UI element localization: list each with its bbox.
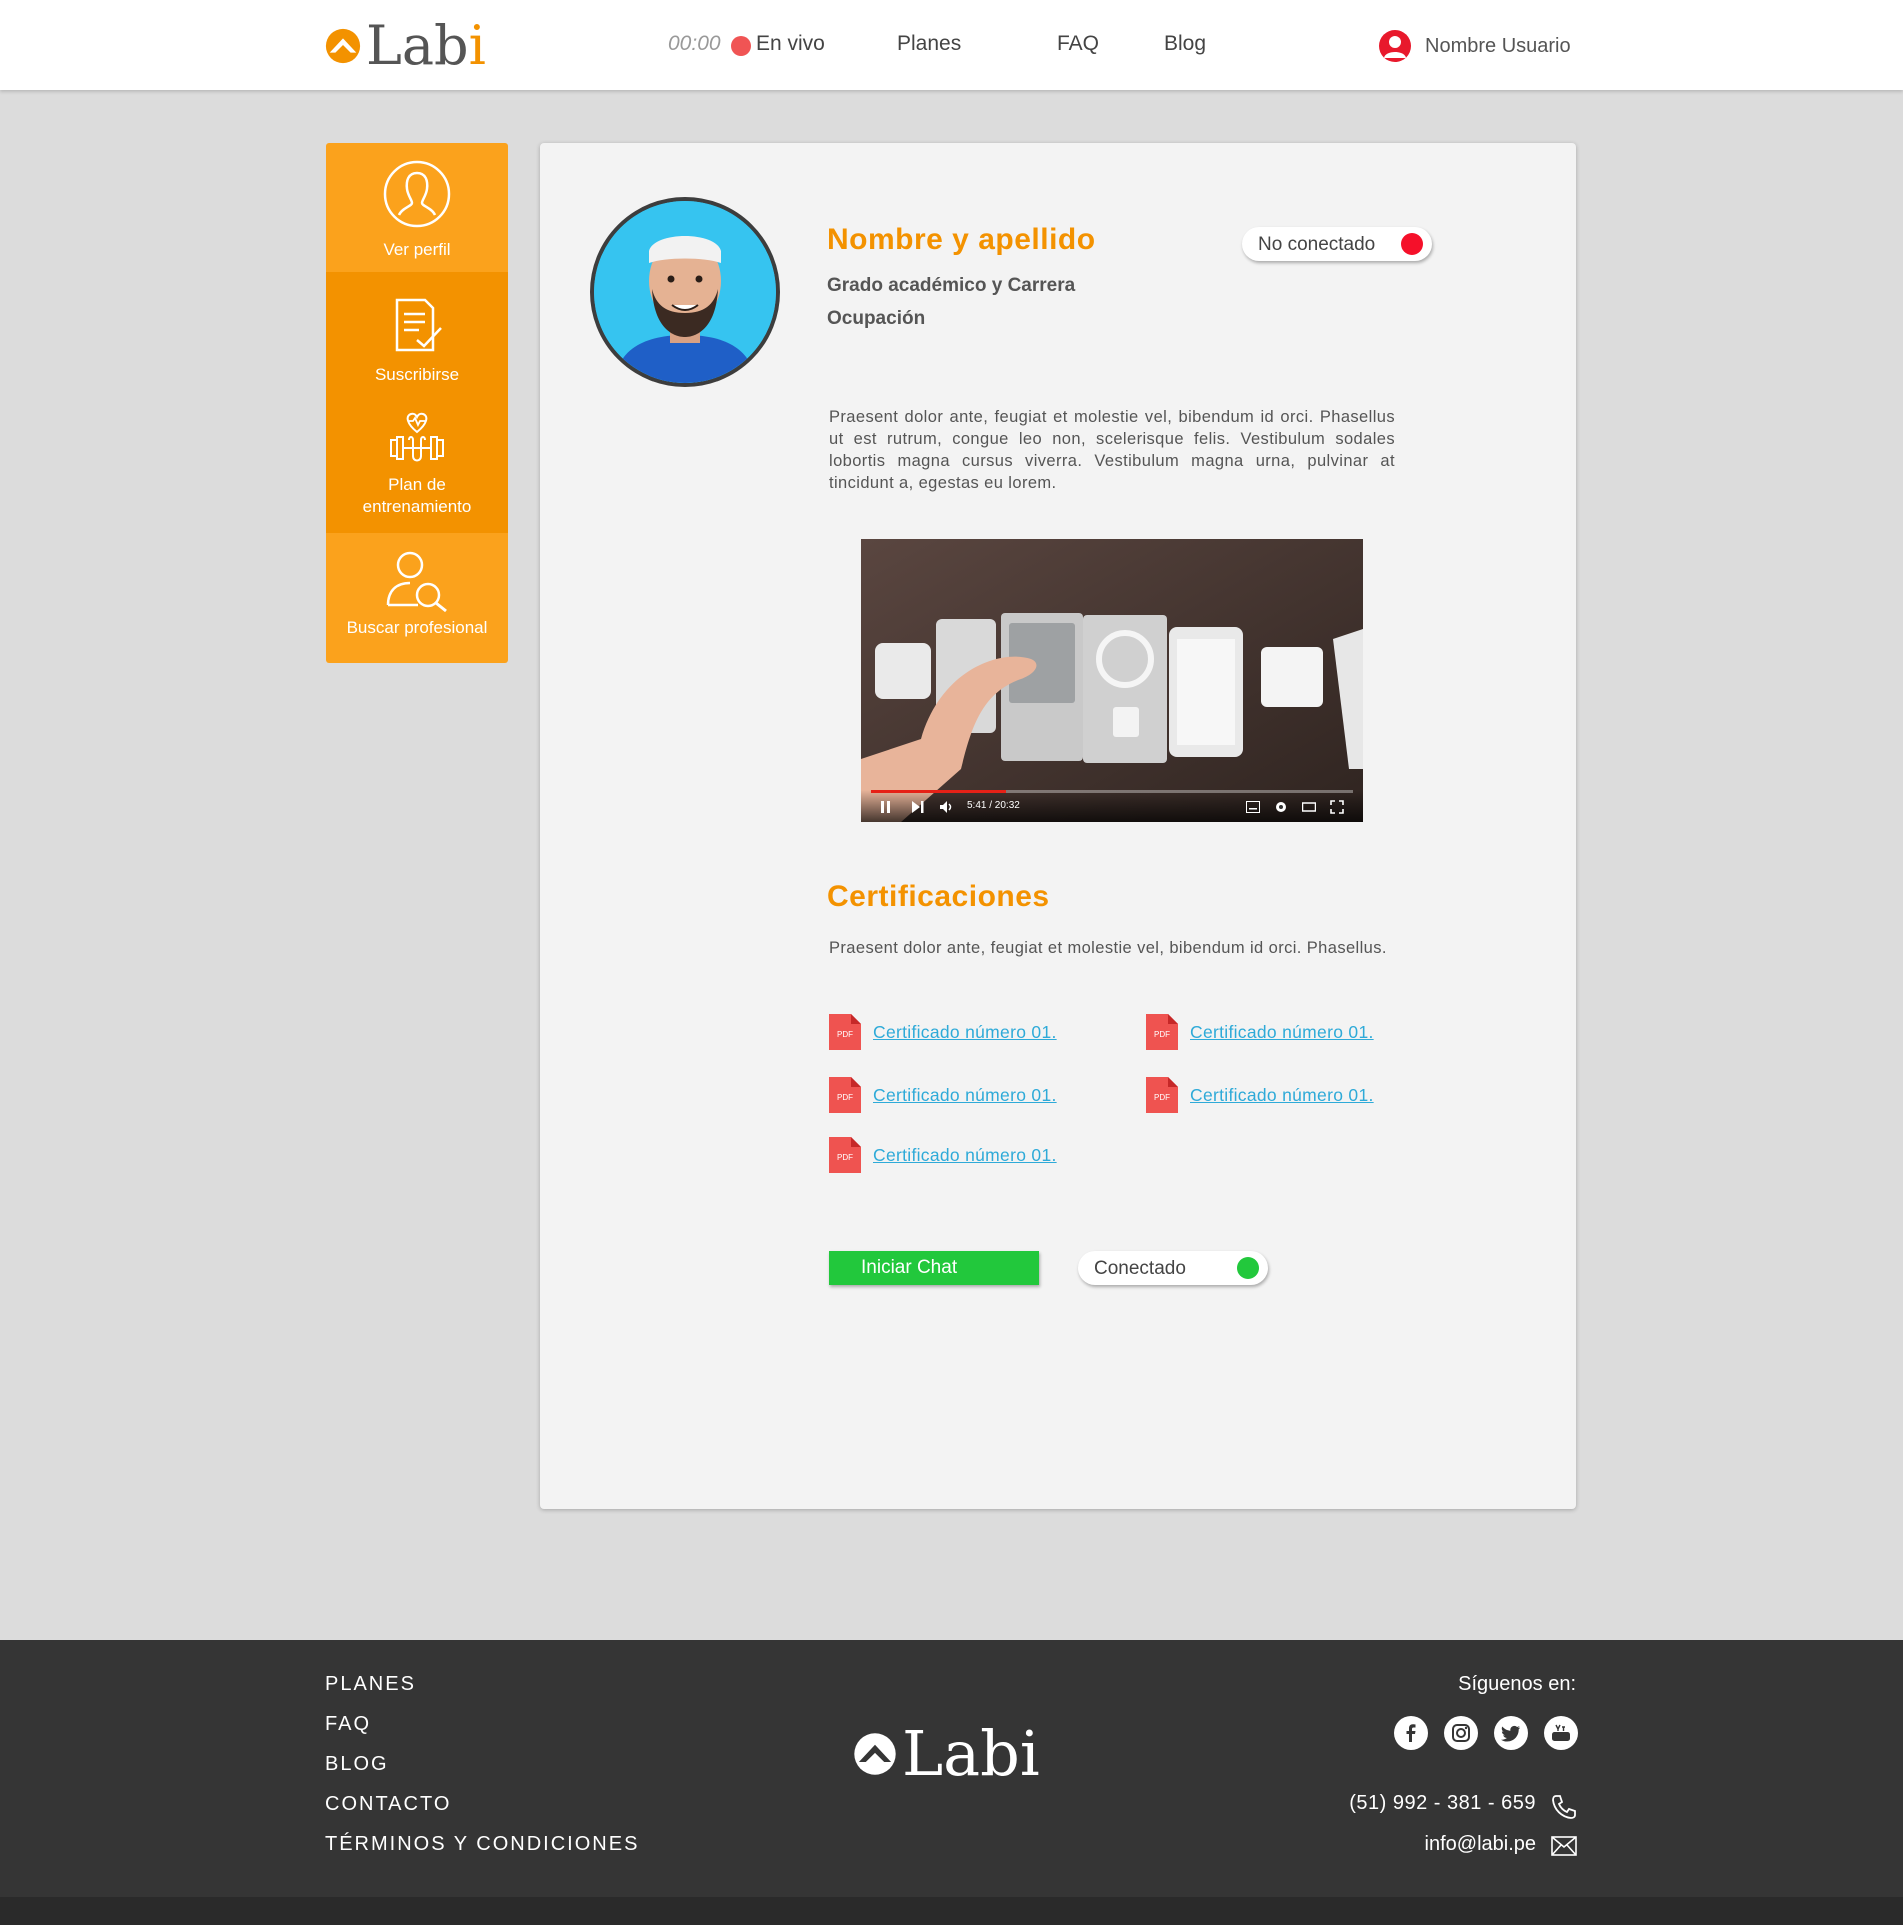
certificate-link-text[interactable]: Certificado número 01.	[873, 1085, 1057, 1106]
profile-grade: Grado académico y Carrera	[827, 275, 1076, 296]
pdf-badge-label: PDF	[1154, 1030, 1170, 1039]
status-badge-offline: No conectado	[1242, 227, 1432, 261]
sidebar-item-label: Suscribirse	[374, 365, 460, 384]
pdf-file-icon: PDF	[1146, 1014, 1178, 1050]
certificate-link-text[interactable]: Certificado número 01.	[873, 1022, 1057, 1043]
nav-live[interactable]: En vivo	[756, 32, 825, 56]
checklist-icon	[395, 298, 442, 352]
certificate-link[interactable]: PDF Certificado número 01.	[829, 1077, 1057, 1113]
follow-us-label: Síguenos en:	[1458, 1673, 1576, 1695]
phone-icon	[1552, 1795, 1576, 1819]
sidebar-item-buscar-profesional[interactable]: Buscar profesional	[326, 533, 508, 663]
video-thumbnail-icon	[861, 539, 1363, 822]
footer-link-planes[interactable]: PLANES	[325, 1673, 416, 1696]
video-progress-bar	[871, 790, 1006, 793]
certificate-link[interactable]: PDF Certificado número 01.	[829, 1014, 1057, 1050]
certificate-link[interactable]: PDF Certificado número 01.	[1146, 1014, 1374, 1050]
pdf-file-icon: PDF	[829, 1137, 861, 1173]
nav-planes[interactable]: Planes	[897, 32, 961, 56]
video-time: 5:41 / 20:32	[967, 800, 1020, 811]
top-navbar: Labi 00:00 En vivo Planes FAQ Blog Nombr…	[0, 0, 1903, 90]
fullscreen-icon[interactable]	[1330, 800, 1344, 814]
search-user-icon	[386, 551, 447, 613]
pdf-badge-label: PDF	[837, 1030, 853, 1039]
facebook-icon[interactable]	[1394, 1716, 1428, 1750]
live-timer: 00:00	[668, 32, 721, 55]
footer-bottom-bar	[0, 1897, 1903, 1925]
certificate-link-text[interactable]: Certificado número 01.	[1190, 1085, 1374, 1106]
user-avatar-icon[interactable]	[1379, 30, 1411, 62]
sidebar: Ver perfil Suscribirse Plan de entrenami…	[326, 143, 508, 663]
pdf-badge-label: PDF	[837, 1153, 853, 1162]
pdf-badge-label: PDF	[1154, 1093, 1170, 1102]
brand-logo[interactable]: Labi	[324, 18, 486, 74]
sidebar-item-ver-perfil[interactable]: Ver perfil	[326, 143, 508, 272]
pause-icon[interactable]	[879, 800, 893, 814]
certifications-description: Praesent dolor ante, feugiat et molestie…	[829, 939, 1387, 957]
profile-avatar	[590, 197, 780, 387]
offline-dot-icon	[1401, 233, 1423, 255]
instagram-icon[interactable]	[1444, 1716, 1478, 1750]
dumbbell-heart-icon	[390, 412, 444, 462]
user-name[interactable]: Nombre Usuario	[1425, 35, 1571, 58]
footer-link-faq[interactable]: FAQ	[325, 1713, 371, 1736]
labi-logo-icon	[325, 28, 361, 64]
start-chat-button[interactable]: Iniciar Chat	[829, 1251, 1039, 1285]
certificate-link[interactable]: PDF Certificado número 01.	[1146, 1077, 1374, 1113]
mail-icon	[1551, 1836, 1577, 1856]
twitter-icon[interactable]	[1494, 1716, 1528, 1750]
footer-link-terminos[interactable]: TÉRMINOS Y CONDICIONES	[325, 1833, 639, 1856]
video-progress-track[interactable]	[871, 790, 1353, 793]
sidebar-item-suscribirse[interactable]: Suscribirse	[326, 272, 508, 402]
profile-card: Nombre y apellido Grado académico y Carr…	[540, 143, 1576, 1509]
certificate-link-text[interactable]: Certificado número 01.	[1190, 1022, 1374, 1043]
footer-phone[interactable]: (51) 992 - 381 - 659	[1300, 1792, 1536, 1815]
footer-email[interactable]: info@labi.pe	[1300, 1833, 1536, 1856]
video-player[interactable]: 5:41 / 20:32	[861, 539, 1363, 822]
sidebar-item-label: Plan de entrenamiento	[362, 475, 472, 516]
pdf-file-icon: PDF	[829, 1077, 861, 1113]
nav-faq[interactable]: FAQ	[1057, 32, 1099, 56]
certificate-link-text[interactable]: Certificado número 01.	[873, 1145, 1057, 1166]
theater-mode-icon[interactable]	[1302, 801, 1316, 813]
video-controls: 5:41 / 20:32	[861, 790, 1363, 822]
nav-blog[interactable]: Blog	[1164, 32, 1206, 56]
sidebar-item-label: Buscar profesional	[346, 618, 488, 637]
sidebar-item-label: Ver perfil	[383, 240, 451, 259]
labi-logo-icon	[854, 1733, 896, 1775]
footer-link-contacto[interactable]: CONTACTO	[325, 1793, 451, 1816]
status-label: Conectado	[1094, 1258, 1186, 1279]
profile-occupation: Ocupación	[827, 308, 926, 329]
certifications-title: Certificaciones	[827, 880, 1050, 913]
live-indicator-icon	[731, 36, 751, 56]
settings-gear-icon[interactable]	[1274, 800, 1288, 814]
profile-icon	[383, 160, 451, 228]
volume-icon[interactable]	[939, 800, 953, 814]
status-badge-online: Conectado	[1078, 1251, 1268, 1285]
sidebar-item-plan-entrenamiento[interactable]: Plan de entrenamiento	[326, 402, 508, 533]
subtitles-icon[interactable]	[1246, 801, 1260, 813]
online-dot-icon	[1237, 1257, 1259, 1279]
pdf-file-icon: PDF	[829, 1014, 861, 1050]
pdf-file-icon: PDF	[1146, 1077, 1178, 1113]
certificate-link[interactable]: PDF Certificado número 01.	[829, 1137, 1057, 1173]
footer-link-blog[interactable]: BLOG	[325, 1753, 389, 1776]
status-label: No conectado	[1258, 234, 1376, 255]
next-icon[interactable]	[911, 800, 925, 814]
profile-name: Nombre y apellido	[827, 223, 1096, 256]
youtube-icon[interactable]	[1544, 1716, 1578, 1750]
footer-brand-logo[interactable]: Labi	[852, 1722, 1040, 1786]
profile-photo-icon	[594, 201, 776, 383]
pdf-badge-label: PDF	[837, 1093, 853, 1102]
profile-description: Praesent dolor ante, feugiat et molestie…	[829, 408, 1395, 492]
brand-name: Labi	[366, 14, 486, 77]
footer-brand-name: Labi	[902, 1717, 1040, 1790]
